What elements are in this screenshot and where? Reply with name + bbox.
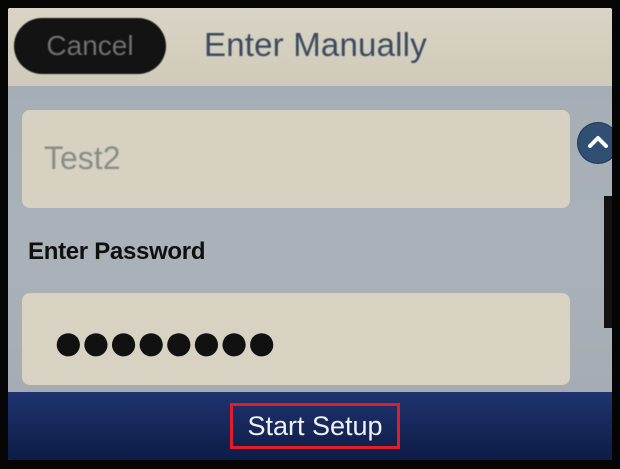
printer-touch-screen: Cancel Enter Manually Test2 Enter Passwo…: [8, 8, 612, 460]
device-display-frame: Cancel Enter Manually Test2 Enter Passwo…: [0, 0, 620, 469]
header-bar: Cancel Enter Manually: [8, 8, 612, 86]
settings-content: Test2 Enter Password ●●●●●●●●: [8, 86, 612, 392]
chevron-up-icon: [588, 136, 608, 148]
ssid-input[interactable]: Test2: [22, 110, 570, 208]
footer-bar: Start Setup: [8, 392, 612, 460]
scrollbar[interactable]: [604, 196, 612, 328]
page-title: Enter Manually: [204, 26, 427, 63]
ssid-value: Test2: [44, 140, 121, 176]
start-setup-button[interactable]: Start Setup: [230, 403, 400, 449]
password-label: Enter Password: [28, 238, 206, 265]
scroll-up-button[interactable]: [578, 123, 612, 163]
start-setup-label: Start Setup: [247, 411, 383, 441]
password-masked-value: ●●●●●●●●: [52, 312, 278, 372]
password-input[interactable]: ●●●●●●●●: [22, 293, 570, 385]
cancel-button[interactable]: Cancel: [14, 18, 166, 74]
